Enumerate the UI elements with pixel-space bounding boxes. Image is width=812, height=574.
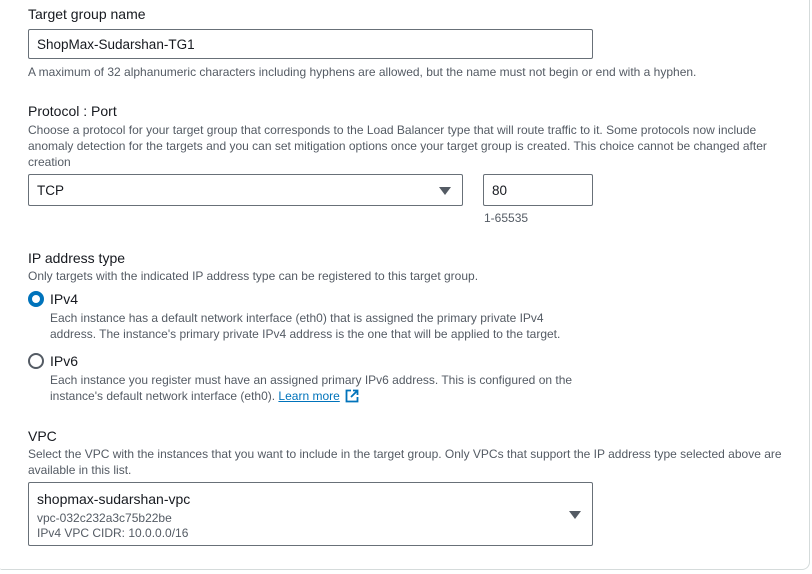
target-group-name-label: Target group name [28,6,146,22]
target-group-name-value: ShopMax-Sudarshan-TG1 [37,36,195,52]
vpc-description: Select the VPC with the instances that y… [28,447,782,477]
vpc-select[interactable]: shopmax-sudarshan-vpc vpc-032c232a3c75b2… [28,482,593,546]
ipv6-description: Each instance you register must have an … [50,372,580,404]
ipv4-radio-icon[interactable] [28,291,44,307]
ipv6-radio-label[interactable]: IPv6 [50,352,78,370]
protocol-port-label: Protocol : Port [28,103,117,119]
port-hint: 1-65535 [484,211,529,225]
vpc-select-cidr: IPv4 VPC CIDR: 10.0.0.0/16 [37,526,189,540]
vpc-select-id: vpc-032c232a3c75b22be [37,511,172,525]
ip-address-type-label: IP address type [28,250,126,266]
caret-down-icon [569,511,581,519]
ipv4-description: Each instance has a default network inte… [50,311,561,341]
port-input-value: 80 [492,182,508,198]
target-group-form-panel: Target group name ShopMax-Sudarshan-TG1 … [0,0,810,570]
port-input[interactable]: 80 [483,174,593,206]
ipv6-radio-icon[interactable] [28,353,44,369]
protocol-port-description: Choose a protocol for your target group … [28,123,767,169]
target-group-name-hint: A maximum of 32 alphanumeric characters … [28,65,697,79]
caret-down-icon [439,187,451,195]
vpc-label: VPC [28,428,57,444]
learn-more-link[interactable]: Learn more [278,389,339,403]
vpc-select-name: shopmax-sudarshan-vpc [37,491,191,507]
protocol-select-value: TCP [37,182,64,198]
target-group-name-input[interactable]: ShopMax-Sudarshan-TG1 [28,29,593,59]
protocol-select[interactable]: TCP [28,174,463,206]
ipv4-radio-label[interactable]: IPv4 [50,290,78,308]
ip-address-type-description: Only targets with the indicated IP addre… [28,269,479,283]
external-link-icon[interactable] [345,389,359,403]
